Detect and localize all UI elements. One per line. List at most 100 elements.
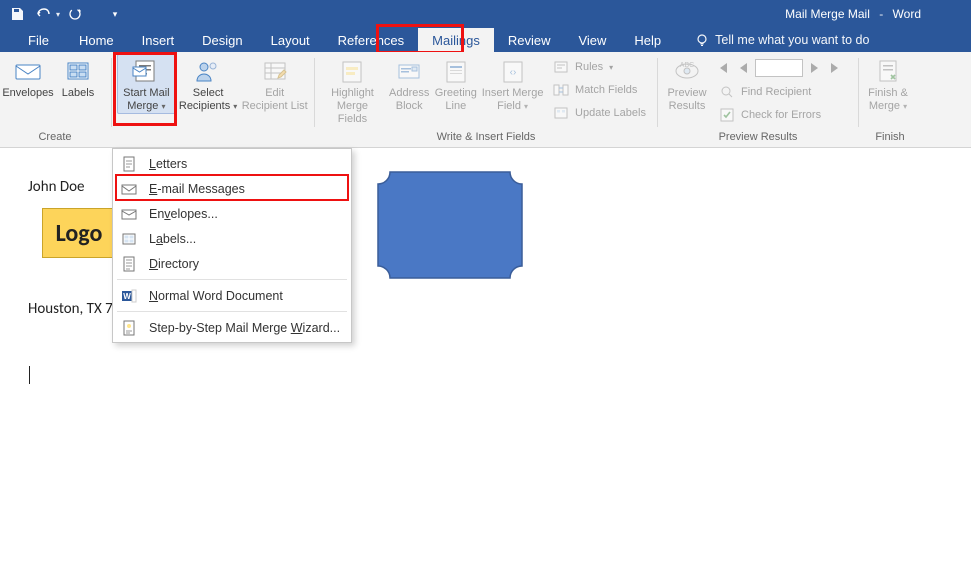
highlight-merge-fields-button[interactable]: HighlightMerge Fields	[320, 54, 385, 127]
envelopes-button[interactable]: Envelopes	[4, 54, 52, 101]
mail-merge-icon	[130, 57, 162, 85]
save-button[interactable]	[6, 3, 28, 25]
next-record-button[interactable]	[806, 58, 824, 78]
group-create-label: Create	[0, 131, 110, 145]
match-fields-button[interactable]: Match Fields	[547, 79, 652, 101]
preview-results-button[interactable]: ABC PreviewResults	[663, 54, 711, 114]
write-mini-column: Rules ▾ Match Fields Update Labels	[547, 54, 652, 124]
preview-icon: ABC	[672, 57, 702, 85]
window-title: Mail Merge Mail - Word	[785, 7, 921, 21]
start-mail-merge-button[interactable]: Start MailMerge ▾	[117, 54, 176, 114]
insert-merge-field-button[interactable]: ‹› Insert MergeField ▾	[480, 54, 545, 114]
update-labels-button[interactable]: Update Labels	[547, 102, 652, 124]
group-separator	[111, 58, 112, 127]
svg-text:W: W	[123, 292, 131, 301]
tab-help[interactable]: Help	[620, 28, 675, 52]
edit-recipient-list-button[interactable]: EditRecipient List	[240, 54, 309, 114]
tab-design[interactable]: Design	[188, 28, 256, 52]
menu-item-labels[interactable]: Labels...	[113, 226, 351, 251]
check-icon	[719, 107, 735, 123]
first-record-button[interactable]	[713, 58, 731, 78]
preview-mini-column: Find Recipient Check for Errors	[713, 54, 845, 126]
save-icon	[10, 7, 24, 21]
tell-me-search[interactable]: Tell me what you want to do	[695, 28, 869, 52]
finish-icon	[873, 57, 903, 85]
labels-icon	[63, 57, 93, 85]
labels-small-icon	[121, 231, 137, 247]
redo-icon	[68, 7, 82, 21]
tab-view[interactable]: View	[564, 28, 620, 52]
envelope-small-icon	[121, 206, 137, 222]
svg-text:‹›: ‹›	[509, 67, 516, 78]
menu-item-envelopes[interactable]: Envelopes...	[113, 201, 351, 226]
update-labels-icon	[553, 105, 569, 121]
rules-icon	[553, 59, 569, 75]
prev-icon	[738, 62, 748, 74]
rules-button[interactable]: Rules ▾	[547, 56, 652, 78]
directory-icon	[121, 256, 137, 272]
select-recipients-button[interactable]: SelectRecipients ▾	[178, 54, 239, 114]
doc-address-line: Houston, TX 7	[28, 300, 113, 318]
greeting-icon	[441, 57, 471, 85]
first-icon	[716, 62, 728, 74]
logo-placeholder[interactable]: Logo	[42, 208, 116, 258]
next-icon	[810, 62, 820, 74]
menu-item-normal-document[interactable]: W Normal Word Document	[113, 283, 351, 308]
group-write-insert: HighlightMerge Fields AddressBlock Greet…	[316, 52, 656, 147]
title-dash: -	[873, 7, 889, 21]
group-preview-results: ABC PreviewResults Find Recipient Ch	[659, 52, 857, 147]
group-separator	[314, 58, 315, 127]
greeting-line-button[interactable]: GreetingLine	[434, 54, 479, 114]
group-finish-label: Finish	[860, 131, 920, 145]
group-start-mail-merge: Start MailMerge ▾ SelectRecipients ▾ Edi…	[113, 52, 313, 147]
menu-item-letters[interactable]: Letters	[113, 151, 351, 176]
last-record-button[interactable]	[827, 58, 845, 78]
find-recipient-button[interactable]: Find Recipient	[713, 81, 845, 103]
wizard-icon	[121, 320, 137, 336]
tab-review[interactable]: Review	[494, 28, 565, 52]
lightbulb-icon	[695, 33, 709, 47]
recipients-icon	[192, 57, 224, 85]
page-icon	[121, 156, 137, 172]
find-icon	[719, 84, 735, 100]
qat-customize-button[interactable]: ▾	[104, 3, 126, 25]
word-doc-icon: W	[121, 288, 137, 304]
title-bar: ▾ ▾ Mail Merge Mail - Word	[0, 0, 971, 28]
tab-layout[interactable]: Layout	[257, 28, 324, 52]
insert-field-icon: ‹›	[498, 57, 528, 85]
menu-separator	[117, 279, 347, 280]
svg-text:ABC: ABC	[680, 62, 694, 69]
record-number-input[interactable]	[755, 59, 803, 77]
finish-merge-button[interactable]: Finish &Merge ▾	[864, 54, 912, 114]
undo-button[interactable]	[32, 3, 54, 25]
tab-file[interactable]: File	[14, 28, 63, 52]
tab-home[interactable]: Home	[65, 28, 128, 52]
quick-access-toolbar: ▾ ▾	[0, 3, 126, 25]
start-mail-merge-menu: Letters E-mail Messages Envelopes... Lab…	[112, 148, 352, 343]
menu-item-wizard[interactable]: Step-by-Step Mail Merge Wizard...	[113, 315, 351, 340]
tab-insert[interactable]: Insert	[128, 28, 189, 52]
labels-button[interactable]: Labels	[54, 54, 102, 101]
edit-list-icon	[259, 57, 291, 85]
tab-references[interactable]: References	[324, 28, 418, 52]
group-preview-label: Preview Results	[659, 131, 857, 145]
redo-button[interactable]	[64, 3, 86, 25]
undo-dropdown[interactable]: ▾	[56, 10, 60, 19]
tab-mailings[interactable]: Mailings	[418, 28, 494, 52]
address-block-button[interactable]: AddressBlock	[387, 54, 432, 114]
menu-separator	[117, 311, 347, 312]
menu-item-directory[interactable]: Directory	[113, 251, 351, 276]
group-separator	[657, 58, 658, 127]
tell-me-label: Tell me what you want to do	[715, 33, 869, 47]
document-name: Mail Merge Mail	[785, 7, 870, 21]
prev-record-button[interactable]	[734, 58, 752, 78]
plaque-shape[interactable]	[376, 170, 524, 280]
check-errors-button[interactable]: Check for Errors	[713, 104, 845, 126]
last-icon	[830, 62, 842, 74]
group-create: Envelopes Labels Create	[0, 52, 110, 147]
group-write-label: Write & Insert Fields	[316, 131, 656, 145]
menu-item-email-messages[interactable]: E-mail Messages	[113, 176, 351, 201]
ribbon-tabs: File Home Insert Design Layout Reference…	[0, 28, 971, 52]
match-icon	[553, 82, 569, 98]
record-nav	[713, 56, 845, 80]
